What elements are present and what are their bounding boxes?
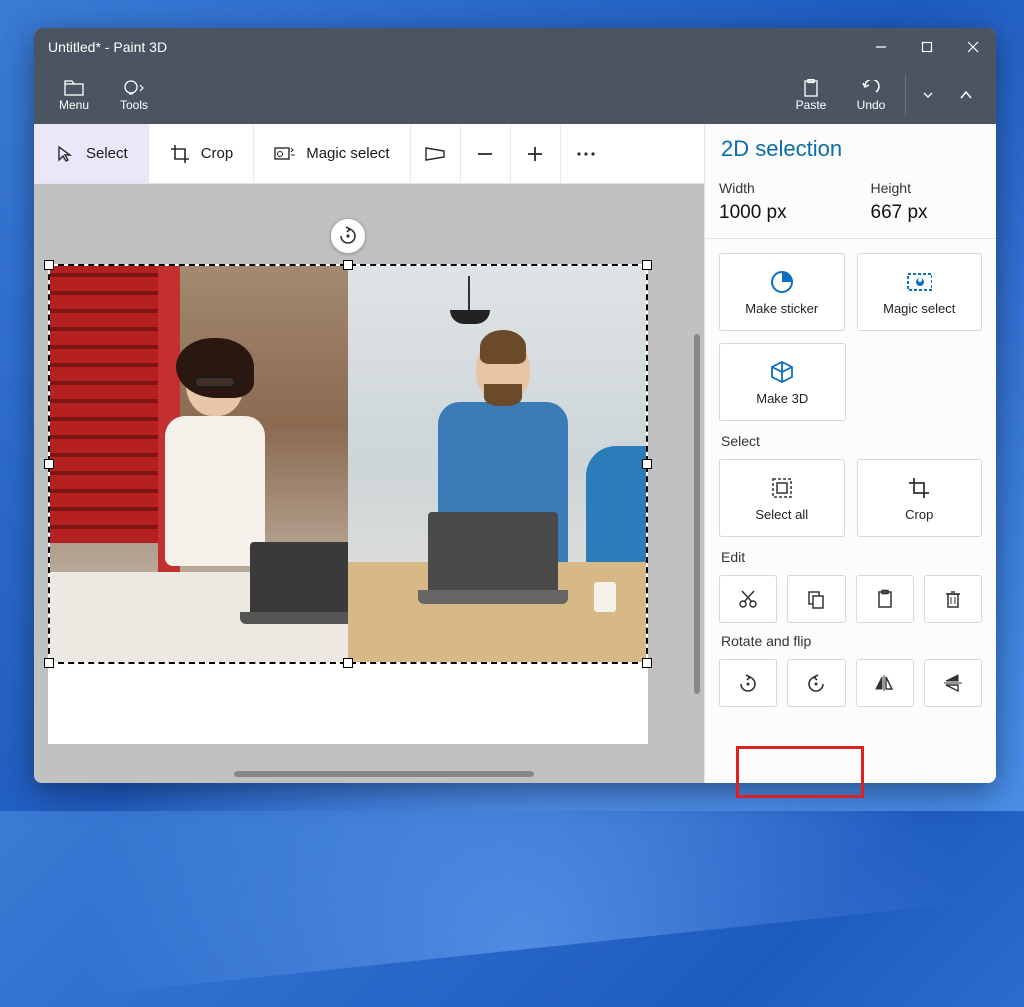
flip-vertical-button[interactable]	[924, 659, 982, 707]
rotate-right-icon	[805, 673, 827, 693]
resize-handle-w[interactable]	[44, 459, 54, 469]
flip-vertical-icon	[942, 673, 964, 693]
make-3d-label: Make 3D	[756, 391, 808, 406]
crop-tool[interactable]: Crop	[149, 124, 255, 183]
collapse-panel-button[interactable]	[946, 66, 986, 124]
resize-handle-s[interactable]	[343, 658, 353, 668]
minus-icon	[474, 143, 496, 165]
make-3d-button[interactable]: Make 3D	[719, 343, 846, 421]
select-all-button[interactable]: Select all	[719, 459, 845, 537]
undo-label: Undo	[857, 98, 886, 112]
titlebar: Untitled* - Paint 3D	[34, 28, 996, 66]
crop-icon	[169, 143, 191, 165]
maximize-button[interactable]	[904, 28, 950, 66]
crop-tile-icon	[906, 475, 932, 501]
panel-title: 2D selection	[721, 136, 982, 162]
side-panel: 2D selection Width 1000 px Height 667 px	[704, 124, 996, 783]
canvas-area: Select Crop Magic select	[34, 124, 704, 783]
canvas-toolbar: Select Crop Magic select	[34, 124, 704, 184]
rotate-left-button[interactable]	[719, 659, 777, 707]
magic-select-tile-label: Magic select	[883, 301, 955, 316]
resize-handle-nw[interactable]	[44, 260, 54, 270]
tools-button[interactable]: Tools	[104, 66, 164, 124]
width-value: 1000 px	[719, 202, 831, 224]
flip-horizontal-button[interactable]	[856, 659, 914, 707]
zoom-out-button[interactable]	[461, 124, 511, 183]
horizontal-scrollbar[interactable]	[234, 771, 534, 777]
width-label: Width	[719, 180, 831, 196]
flip-horizontal-icon	[874, 673, 896, 693]
close-button[interactable]	[950, 28, 996, 66]
rotate-left-icon	[737, 673, 759, 693]
magic-select-tool[interactable]: Magic select	[254, 124, 410, 183]
select-all-icon	[769, 475, 795, 501]
canvas-viewport[interactable]	[34, 184, 704, 783]
make-sticker-label: Make sticker	[745, 301, 818, 316]
cursor-icon	[54, 143, 76, 165]
crop-label: Crop	[201, 145, 234, 162]
copy-icon	[806, 589, 826, 609]
scissors-icon	[738, 589, 758, 609]
select-section-label: Select	[721, 433, 982, 449]
undo-button[interactable]: Undo	[841, 66, 901, 124]
ellipsis-icon	[575, 143, 597, 165]
resize-handle-e[interactable]	[642, 459, 652, 469]
bulb-icon	[123, 78, 145, 98]
make-sticker-button[interactable]: Make sticker	[719, 253, 845, 331]
resize-handle-ne[interactable]	[642, 260, 652, 270]
paint3d-window: Untitled* - Paint 3D Menu Tools	[34, 28, 996, 783]
window-title: Untitled* - Paint 3D	[48, 39, 858, 55]
rotate-handle[interactable]	[330, 218, 366, 254]
crop-tile-label: Crop	[905, 507, 933, 522]
perspective-icon	[424, 143, 446, 165]
paste-button[interactable]: Paste	[781, 66, 841, 124]
vertical-scrollbar[interactable]	[694, 334, 700, 694]
resize-handle-sw[interactable]	[44, 658, 54, 668]
tools-label: Tools	[120, 98, 148, 112]
cube-icon	[769, 359, 795, 385]
selection-box[interactable]	[48, 264, 648, 664]
rotate-section-label: Rotate and flip	[721, 633, 982, 649]
history-dropdown[interactable]	[910, 66, 946, 124]
3d-view-tool[interactable]	[411, 124, 461, 183]
menubar: Menu Tools Paste Undo	[34, 66, 996, 124]
edit-section-label: Edit	[721, 549, 982, 565]
crop-button[interactable]: Crop	[857, 459, 983, 537]
select-label: Select	[86, 145, 128, 162]
menu-label: Menu	[59, 98, 89, 112]
sticker-icon	[769, 269, 795, 295]
plus-icon	[524, 143, 546, 165]
rotate-right-button[interactable]	[787, 659, 845, 707]
resize-handle-n[interactable]	[343, 260, 353, 270]
magic-select-button[interactable]: Magic select	[857, 253, 983, 331]
selected-image	[50, 266, 646, 662]
paste-icon	[875, 589, 895, 609]
copy-button[interactable]	[787, 575, 845, 623]
height-value: 667 px	[871, 202, 983, 224]
magic-select-label: Magic select	[306, 145, 389, 162]
undo-icon	[861, 78, 881, 98]
minimize-button[interactable]	[858, 28, 904, 66]
trash-icon	[943, 589, 963, 609]
height-label: Height	[871, 180, 983, 196]
select-tool[interactable]: Select	[34, 124, 149, 183]
cut-button[interactable]	[719, 575, 777, 623]
select-all-label: Select all	[755, 507, 808, 522]
resize-handle-se[interactable]	[642, 658, 652, 668]
magic-select-icon	[274, 143, 296, 165]
menu-button[interactable]: Menu	[44, 66, 104, 124]
magic-select-tile-icon	[906, 269, 932, 295]
zoom-in-button[interactable]	[511, 124, 561, 183]
more-button[interactable]	[561, 124, 611, 183]
delete-button[interactable]	[924, 575, 982, 623]
paste-label: Paste	[796, 98, 827, 112]
clipboard-icon	[802, 78, 820, 98]
paste-edit-button[interactable]	[856, 575, 914, 623]
folder-icon	[64, 78, 84, 98]
